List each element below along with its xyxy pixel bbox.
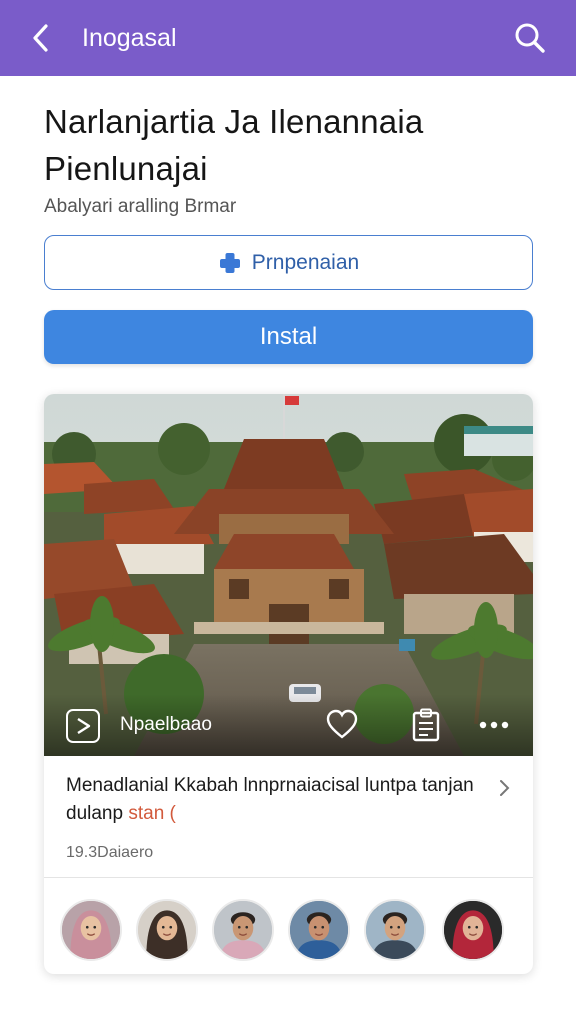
add-button[interactable]: Prnpenaian xyxy=(44,235,533,290)
install-button[interactable]: Instal xyxy=(44,310,533,364)
play-button[interactable] xyxy=(66,709,100,743)
avatar-6[interactable] xyxy=(442,899,504,961)
avatar-5[interactable] xyxy=(364,899,426,961)
media-overlay xyxy=(44,694,533,756)
app-developer: Abalyari aralling Brmar xyxy=(44,196,237,217)
chevron-left-icon xyxy=(33,24,48,52)
card-headline: Menadlanial Kkabah lnnprnaiacisal luntpa… xyxy=(66,772,486,828)
play-icon xyxy=(77,717,91,735)
avatar-image xyxy=(62,901,120,959)
card-divider xyxy=(44,877,533,878)
clipboard-icon[interactable] xyxy=(412,708,440,742)
avatar-image xyxy=(444,901,502,959)
avatar-row xyxy=(60,899,520,963)
more-icon[interactable] xyxy=(478,714,510,736)
heart-icon[interactable] xyxy=(326,709,358,741)
avatar-2[interactable] xyxy=(136,899,198,961)
avatar-4[interactable] xyxy=(288,899,350,961)
app-detail-sheet: Narlanjartia Ja Ilenannaia Pienlunajai A… xyxy=(0,76,576,1024)
back-button[interactable] xyxy=(24,18,58,58)
avatar-image xyxy=(138,901,196,959)
search-button[interactable] xyxy=(510,18,550,58)
media-label: Npaelbaao xyxy=(120,714,212,735)
avatar-image xyxy=(366,901,424,959)
page-title: Inogasal xyxy=(82,23,177,52)
search-icon xyxy=(515,23,545,53)
add-button-label: Prnpenaian xyxy=(251,250,360,274)
feature-card[interactable]: Npaelbaao Menadlanial Kkabah lnnprnaiaci… xyxy=(44,394,533,974)
avatar-image xyxy=(290,901,348,959)
plus-icon xyxy=(219,252,240,273)
chevron-right-icon[interactable] xyxy=(496,778,512,798)
avatar-3[interactable] xyxy=(212,899,274,961)
avatar-1[interactable] xyxy=(60,899,122,961)
card-headline-highlight: stan ( xyxy=(128,803,176,824)
top-app-bar: Inogasal xyxy=(0,0,576,76)
install-button-label: Instal xyxy=(259,323,318,350)
app-title: Narlanjartia Ja Ilenannaia Pienlunajai xyxy=(44,103,424,187)
avatar-image xyxy=(214,901,272,959)
card-meta: 19.3Daiaero xyxy=(66,844,154,861)
